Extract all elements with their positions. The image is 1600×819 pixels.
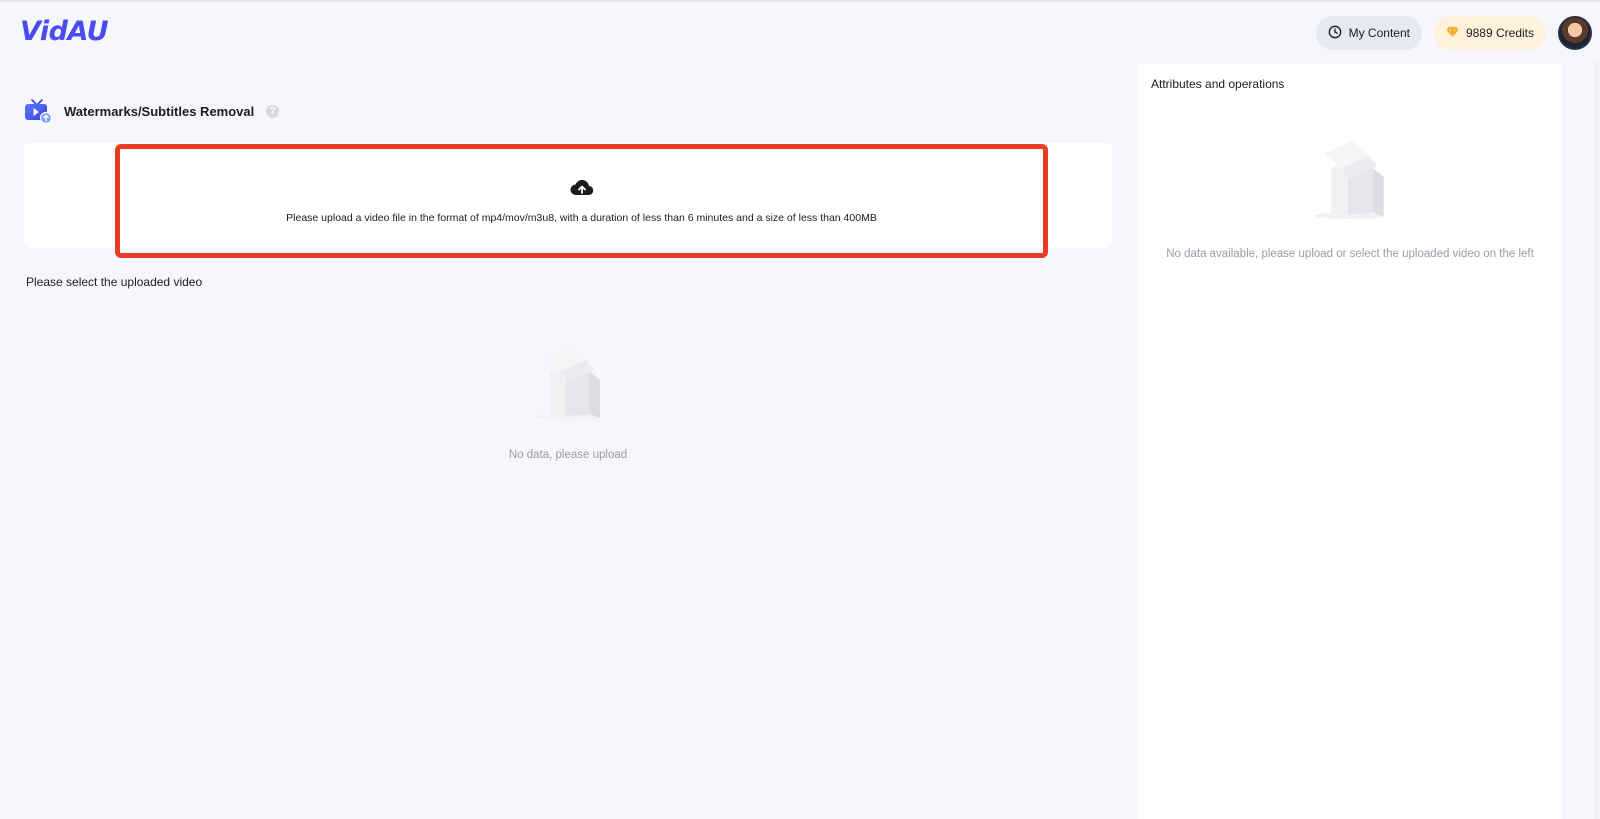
credits-button[interactable]: 9889 Credits	[1433, 16, 1546, 50]
vidau-logo[interactable]: VidAU	[20, 16, 109, 47]
videos-empty-text: No data, please upload	[508, 449, 628, 461]
my-content-label: My Content	[1348, 26, 1410, 40]
app-page: VidAU My Content 9889 Credits Watermarks…	[0, 0, 1600, 819]
header-actions: My Content 9889 Credits	[1315, 16, 1592, 50]
attributes-empty-text: No data available, please upload or sele…	[1166, 248, 1534, 260]
page-title: Watermarks/Subtitles Removal	[64, 103, 255, 119]
empty-box-icon	[1308, 137, 1392, 226]
page-scrollbar[interactable]	[1594, 62, 1600, 819]
cloud-upload-icon	[569, 178, 594, 202]
uploaded-videos-label: Please select the uploaded video	[26, 275, 203, 289]
gem-icon	[1446, 26, 1459, 41]
credits-label: 9889 Credits	[1465, 26, 1534, 40]
attributes-panel-title: Attributes and operations	[1151, 77, 1285, 91]
video-tool-icon	[24, 98, 53, 125]
help-icon[interactable]: ?	[266, 104, 280, 118]
upload-instructions: Please upload a video file in the format…	[286, 212, 877, 224]
attributes-empty-state: No data available, please upload or sele…	[1140, 137, 1560, 260]
user-avatar[interactable]	[1558, 16, 1592, 50]
empty-box-icon	[528, 342, 608, 427]
upload-dropzone[interactable]: Please upload a video file in the format…	[115, 144, 1048, 258]
my-content-button[interactable]: My Content	[1315, 16, 1422, 50]
clock-icon	[1328, 25, 1342, 42]
tool-title-row: Watermarks/Subtitles Removal ?	[24, 98, 280, 125]
videos-empty-state: No data, please upload	[468, 342, 668, 461]
